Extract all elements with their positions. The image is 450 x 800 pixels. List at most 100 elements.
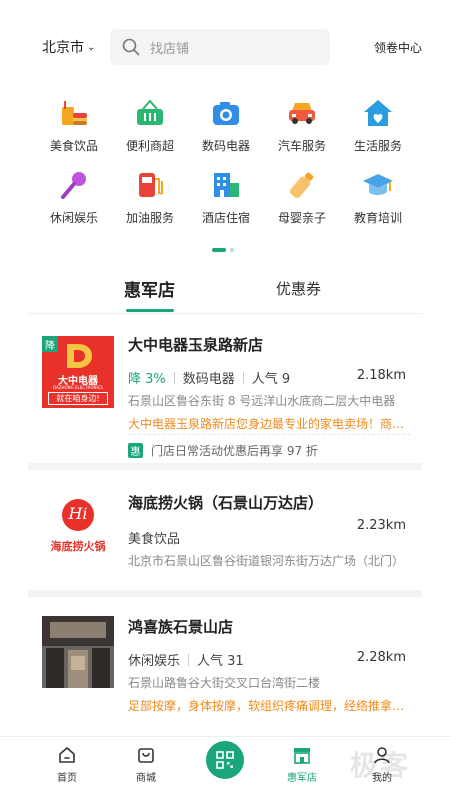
card-separator [28, 463, 422, 470]
store-promo: 大中电器玉泉路新店您身边最专业的家电卖场！商品齐全 [128, 417, 410, 431]
category-label: 生活服务 [353, 139, 402, 153]
store-logo-mark-text: Hi [68, 504, 88, 523]
category-convenience[interactable]: 便利商超 [112, 96, 188, 154]
meta-separator [188, 653, 190, 666]
top-bar: 北京市 ⌄ 找店铺 领卷中心 [0, 28, 450, 66]
store-card[interactable]: 降 大中电器 DAZHONG ELECTRONICS 就在咱身边! 大中电器玉泉… [28, 322, 422, 460]
category-auto[interactable]: 汽车服务 [264, 96, 340, 154]
graduation-cap-icon [361, 168, 395, 202]
watermark: 极客 [349, 749, 410, 782]
tab-coupons[interactable]: 优惠券 [276, 278, 321, 299]
store-name: 大中电器玉泉路新店 [128, 336, 264, 354]
hui-badge: 惠 [128, 443, 143, 458]
discount-rate: 降 3% [128, 372, 166, 387]
camera-icon [209, 96, 243, 130]
chevron-down-icon: ⌄ [87, 42, 96, 53]
store-card[interactable]: 鸿喜族石景山店 休闲娱乐 人气 31 2.28km 石景山路鲁谷大街交叉口台湾街… [28, 598, 422, 723]
category-baby[interactable]: 母婴亲子 [264, 168, 340, 226]
baby-bottle-icon [285, 168, 319, 202]
house-icon [361, 96, 395, 130]
store-name: 海底捞火锅（石景山万达店） [128, 494, 324, 512]
meta-separator [173, 371, 175, 384]
store-logo-text: 海底捞火锅 [50, 540, 106, 553]
shopping-bag-icon [138, 748, 154, 763]
store-photo [42, 616, 114, 688]
category-label: 美食饮品 [49, 139, 98, 153]
category-education[interactable]: 教育培训 [340, 168, 416, 226]
city-label: 北京市 [42, 40, 84, 56]
store-meta: 降 3% 数码电器 人气 9 [128, 368, 290, 387]
category-label: 加油服务 [125, 211, 174, 225]
city-selector[interactable]: 北京市 ⌄ [42, 37, 110, 57]
search-placeholder: 找店铺 [150, 41, 190, 57]
category-label: 母婴亲子 [277, 211, 326, 225]
home-icon [59, 747, 75, 763]
bottom-navigation: 首页 商城 惠军店 我的 极客 [0, 736, 450, 800]
drop-badge: 降 [42, 336, 58, 352]
store-popularity: 人气 31 [197, 654, 244, 669]
store-meta: 休闲娱乐 人气 31 [128, 650, 244, 669]
store-address: 石景山路鲁谷大街交叉口台湾街二楼 [128, 676, 321, 690]
qr-scan-icon [216, 751, 234, 769]
meta-separator [242, 371, 244, 384]
store-address: 石景山区鲁谷东街 8 号远洋山水底商二层大中电器 [128, 394, 396, 408]
category-gas[interactable]: 加油服务 [112, 168, 188, 226]
store-logo: 降 大中电器 DAZHONG ELECTRONICS 就在咱身边! [42, 336, 114, 408]
category-label: 数码电器 [201, 139, 250, 153]
store-distance: 2.23km [356, 518, 406, 533]
store-name: 鸿喜族石景山店 [128, 618, 234, 636]
store-tabs: 惠军店 优惠券 [0, 276, 450, 316]
nav-label: 商城 [136, 773, 156, 784]
nav-hui-store[interactable]: 惠军店 [272, 745, 332, 784]
page-dot-active [212, 248, 226, 252]
store-promo: 足部按摩，身体按摩，软组织疼痛调理，经络推拿，拔罐刮痧 [128, 699, 410, 713]
category-label: 汽车服务 [277, 139, 326, 153]
nav-mall[interactable]: 商城 [116, 745, 176, 784]
store-category: 美食饮品 [128, 532, 181, 547]
category-label: 教育培训 [353, 211, 402, 225]
card-separator [28, 590, 422, 597]
store-logo-subtext: DAZHONG ELECTRONICS [53, 385, 103, 390]
category-label: 休闲娱乐 [49, 211, 98, 225]
category-label: 便利商超 [125, 139, 174, 153]
store-card[interactable]: Hi 海底捞火锅 海底捞火锅（石景山万达店） 美食饮品 2.23km 北京市石景… [28, 470, 422, 588]
storefront-photo [42, 616, 114, 688]
store-popularity: 人气 9 [251, 372, 291, 387]
category-life-services[interactable]: 生活服务 [340, 96, 416, 154]
store-logo-slogan: 就在咱身边! [48, 392, 108, 405]
category-leisure[interactable]: 休闲娱乐 [36, 168, 112, 226]
gas-station-icon [133, 168, 167, 202]
search-input[interactable]: 找店铺 [110, 29, 330, 65]
store-category: 休闲娱乐 [128, 654, 181, 669]
tab-hui-store[interactable]: 惠军店 [124, 276, 175, 301]
tab-underline [126, 309, 174, 312]
page-dot [230, 248, 234, 252]
car-icon [285, 96, 319, 130]
food-drink-icon [57, 96, 91, 130]
category-label: 酒店住宿 [201, 211, 250, 225]
nav-label: 首页 [57, 773, 77, 784]
hui-offer-text: 门店日常活动优惠后再享 97 折 [151, 444, 318, 458]
hui-store-icon [294, 748, 310, 764]
store-address: 北京市石景山区鲁谷街道银河东街万达广场（北门） [128, 554, 405, 568]
nav-home[interactable]: 首页 [37, 745, 97, 784]
dashed-divider [128, 434, 410, 435]
store-category: 数码电器 [182, 372, 235, 387]
store-hui-offer: 惠 门店日常活动优惠后再享 97 折 [128, 442, 318, 459]
hotel-icon [209, 168, 243, 202]
store-distance: 2.18km [356, 368, 406, 383]
coupon-center-link[interactable]: 领卷中心 [374, 39, 422, 56]
category-food-drink[interactable]: 美食饮品 [36, 96, 112, 154]
category-digital[interactable]: 数码电器 [188, 96, 264, 154]
qr-scan-button[interactable] [206, 741, 244, 779]
page-indicator [212, 248, 234, 252]
store-meta: 美食饮品 [128, 528, 180, 547]
shopping-basket-icon [133, 96, 167, 130]
nav-label: 惠军店 [287, 773, 317, 784]
store-logo: Hi 海底捞火锅 [42, 492, 114, 564]
dazhong-logo-mark [67, 344, 92, 368]
category-hotel[interactable]: 酒店住宿 [188, 168, 264, 226]
category-grid: 美食饮品 便利商超 数码电器 汽车服务 生活服务 休闲娱乐 加油服务 酒店住宿 … [36, 96, 416, 226]
store-distance: 2.28km [356, 650, 406, 665]
search-icon [122, 38, 140, 56]
